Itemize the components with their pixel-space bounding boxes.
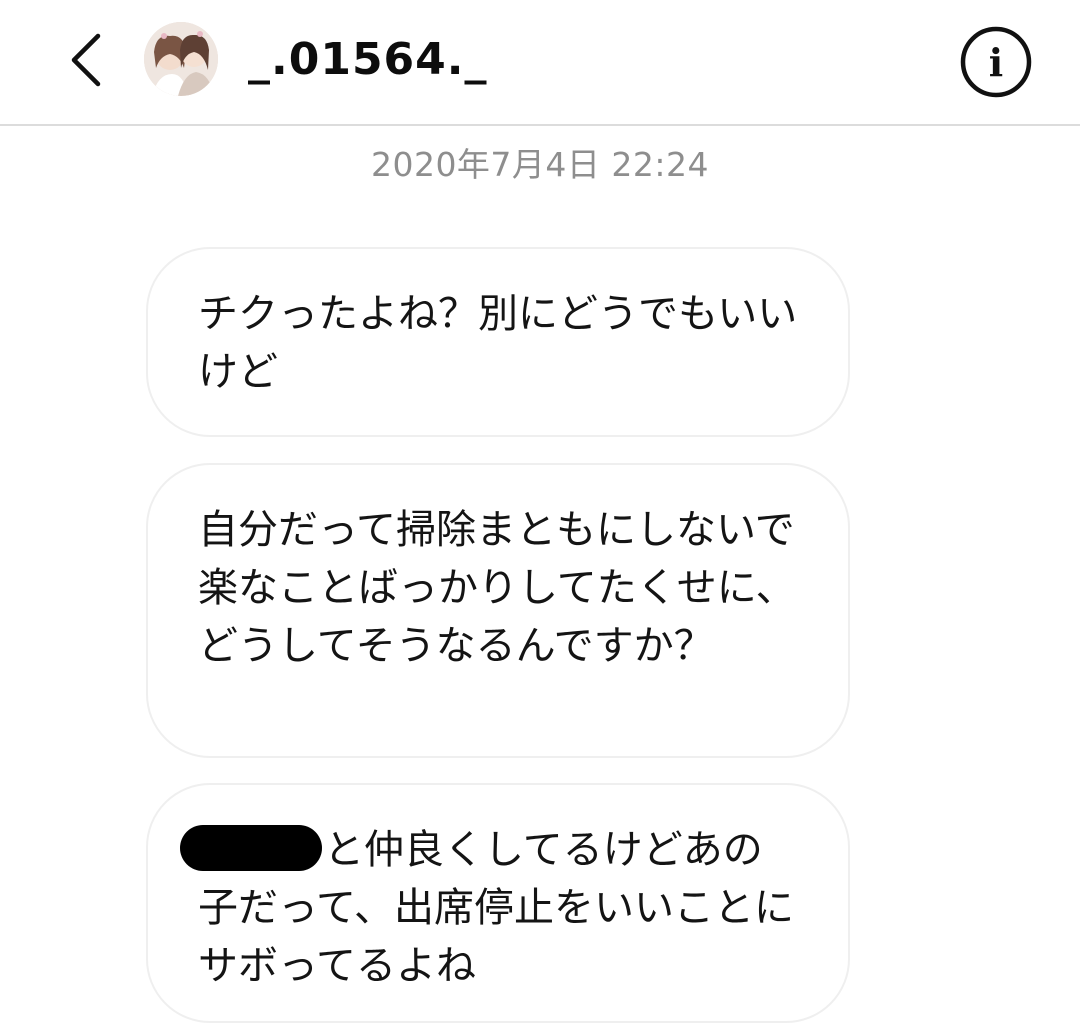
info-glyph: i (989, 40, 1003, 85)
message-text: チクったよね？別にどうでもいいけど (198, 291, 798, 395)
message-bubble[interactable]: 自分だって掃除まともにしないで楽なことばっかりしてたくせに、どうしてそうなるんで… (146, 463, 850, 758)
chat-header: _.01564._ i (0, 0, 1080, 126)
message-text: 自分だって掃除まともにしないで楽なことばっかりしてたくせに、どうしてそうなるんで… (198, 507, 796, 669)
back-button[interactable] (56, 22, 116, 98)
chevron-left-icon (71, 33, 101, 87)
avatar-image (144, 22, 218, 96)
info-circle-icon: i (960, 26, 1032, 98)
chat-username[interactable]: _.01564._ (248, 30, 488, 90)
redaction-mark (180, 825, 322, 871)
info-button[interactable]: i (958, 24, 1034, 100)
avatar[interactable] (144, 22, 218, 96)
message-bubble[interactable]: チクったよね？別にどうでもいいけど (146, 247, 850, 437)
message-bubble[interactable]: と仲良くしてるけどあの子だって、出席停止をいいことにサボってるよね (146, 783, 850, 1023)
message-timestamp: 2020年7月4日 22:24 (370, 145, 710, 184)
